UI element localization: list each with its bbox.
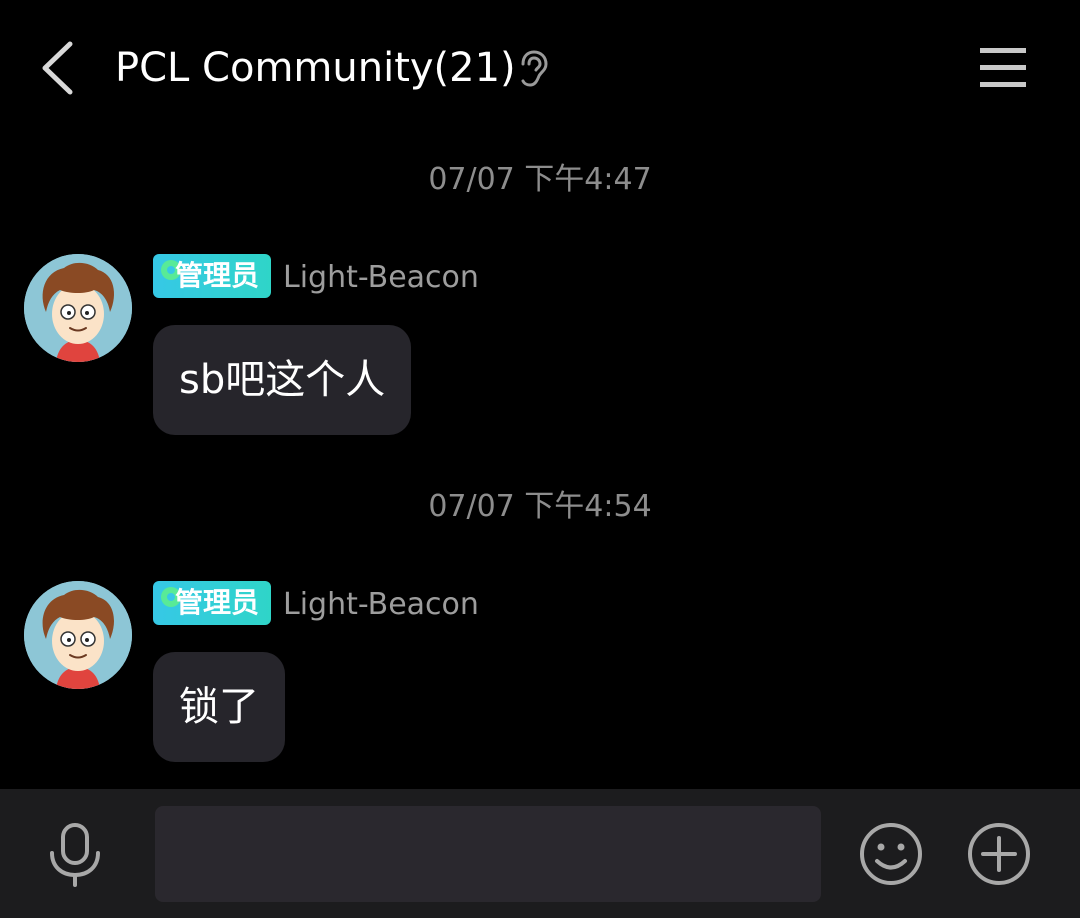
menu-button[interactable] [978,44,1030,92]
message-input[interactable] [155,806,821,902]
voice-button[interactable] [44,823,106,887]
sender-name[interactable]: Light-Beacon [283,256,479,300]
avatar-image [24,254,132,362]
badge-label: 管理员 [174,586,259,619]
admin-role-badge: 管理员 [153,254,271,298]
admin-role-badge: 管理员 [153,581,271,625]
badge-label: 管理员 [174,259,259,292]
more-actions-button[interactable] [966,821,1032,887]
smiley-icon [860,823,922,885]
sender-avatar[interactable] [24,254,132,362]
ear-icon[interactable] [516,50,550,88]
chat-screen: PCL Community(21) 07/07 下午4:47 管理员 Light… [0,0,1080,918]
message-bubble[interactable]: sb吧这个人 [153,325,412,435]
message-bubble[interactable]: 锁了 [153,652,285,762]
sender-name[interactable]: Light-Beacon [283,583,479,627]
message-timestamp: 07/07 下午4:54 [428,489,652,524]
input-bar [0,789,1080,918]
sender-avatar[interactable] [24,581,132,689]
plus-circle-icon [968,823,1030,885]
avatar-image [24,581,132,689]
chat-header: PCL Community(21) [0,0,1080,136]
chat-title[interactable]: PCL Community(21) [115,40,516,96]
microphone-icon [50,823,100,887]
chevron-left-icon [42,41,73,95]
message-timestamp: 07/07 下午4:47 [428,162,652,197]
hamburger-menu-icon [980,48,1026,87]
emoji-button[interactable] [858,821,924,887]
back-button[interactable] [30,38,86,98]
